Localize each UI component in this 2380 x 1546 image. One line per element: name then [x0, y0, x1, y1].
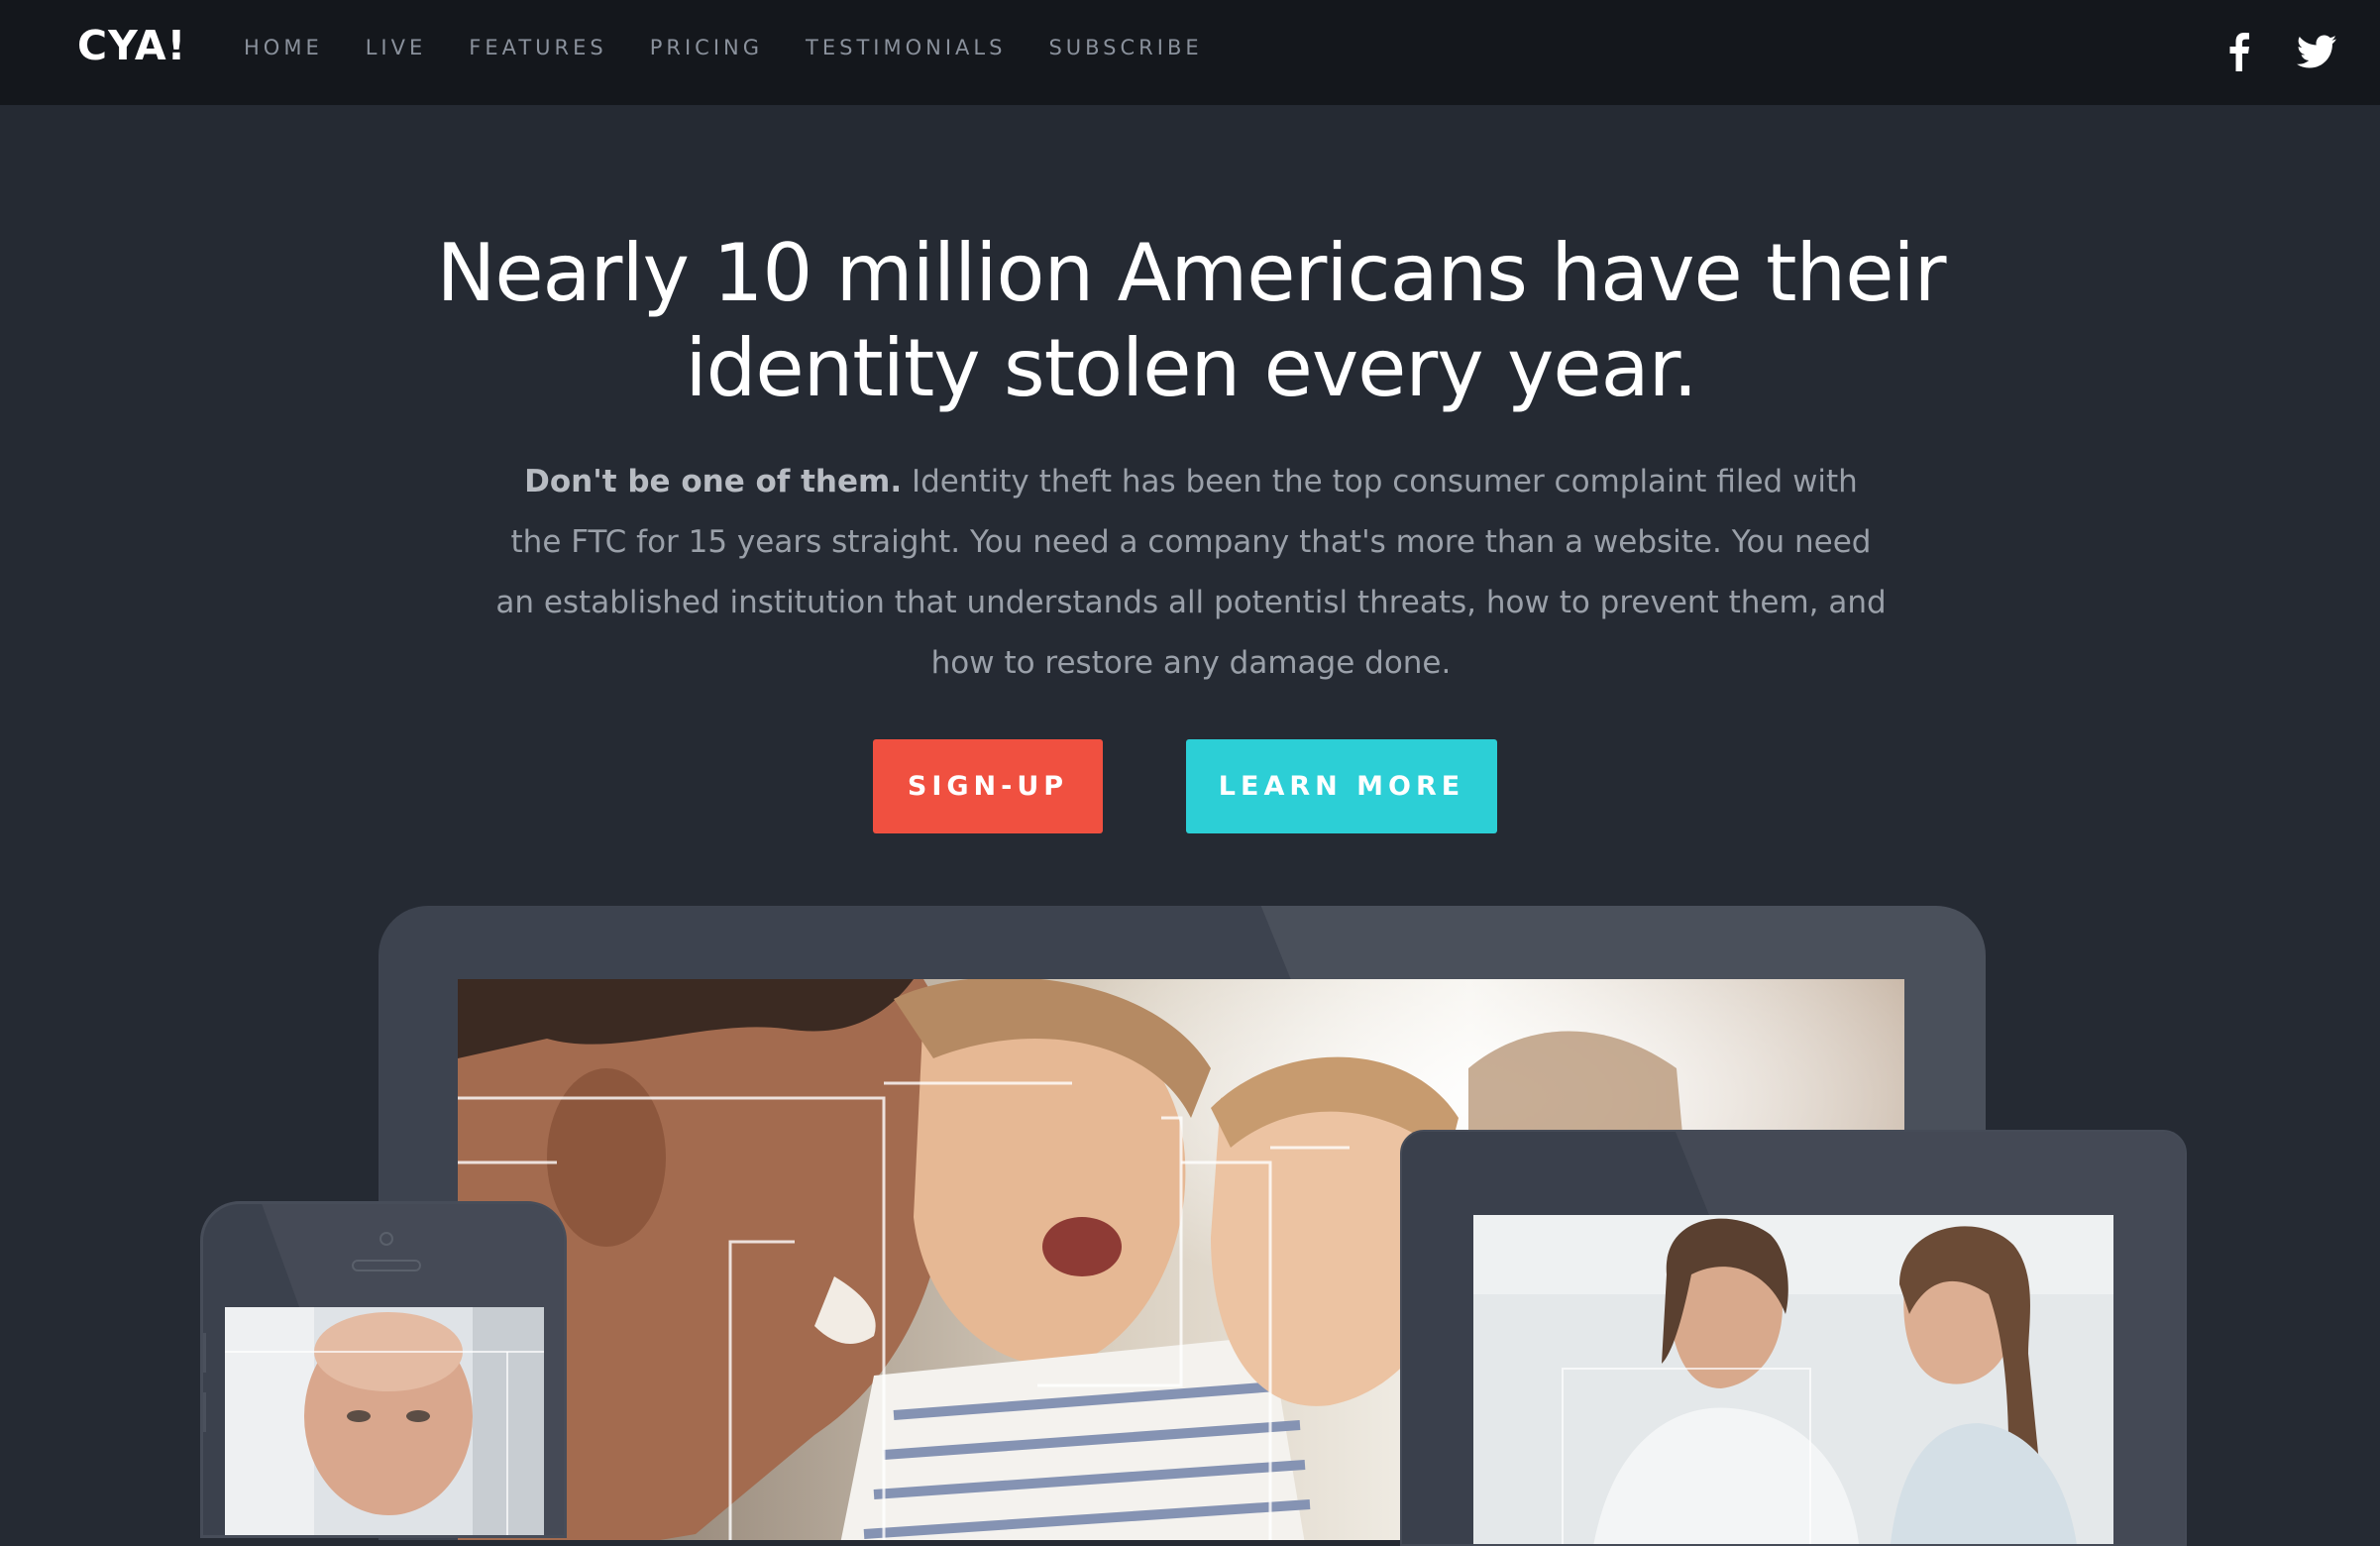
nav-item-pricing[interactable]: PRICING [650, 36, 763, 59]
phone-side-button [203, 1333, 206, 1373]
twitter-icon[interactable] [2293, 28, 2340, 75]
hero-title-line-1: Nearly 10 million Americans have their [436, 227, 1946, 319]
phone-camera [379, 1232, 393, 1246]
facebook-icon[interactable] [2216, 28, 2263, 75]
hero-lead-bold: Don't be one of them. [524, 464, 903, 499]
nav-item-subscribe[interactable]: SUBSCRIBE [1048, 36, 1202, 59]
tablet-screen-image [1473, 1215, 2113, 1544]
tablet-mockup [1400, 1130, 2187, 1546]
hero-title: Nearly 10 million Americans have their i… [297, 226, 2085, 416]
phone-side-button-2 [203, 1392, 206, 1432]
logo[interactable]: CYA! [77, 22, 186, 69]
phone-mockup [200, 1201, 567, 1538]
hero-lead: Don't be one of them. Identity theft has… [495, 452, 1887, 694]
women-photo [1473, 1215, 2113, 1544]
phone-screen-image [225, 1307, 544, 1535]
top-navbar: CYA! HOME LIVE FEATURES PRICING TESTIMON… [0, 0, 2380, 105]
nav-item-testimonials[interactable]: TESTIMONIALS [806, 36, 1006, 59]
main-menu: HOME LIVE FEATURES PRICING TESTIMONIALS … [244, 36, 1245, 59]
nav-item-features[interactable]: FEATURES [469, 36, 606, 59]
nav-item-home[interactable]: HOME [244, 36, 323, 59]
signup-button[interactable]: SIGN-UP [873, 739, 1103, 833]
phone-speaker [352, 1260, 421, 1271]
man-photo [225, 1307, 544, 1535]
hero-title-line-2: identity stolen every year. [685, 322, 1697, 414]
learn-more-button[interactable]: LEARN MORE [1186, 739, 1497, 833]
nav-item-live[interactable]: LIVE [366, 36, 427, 59]
